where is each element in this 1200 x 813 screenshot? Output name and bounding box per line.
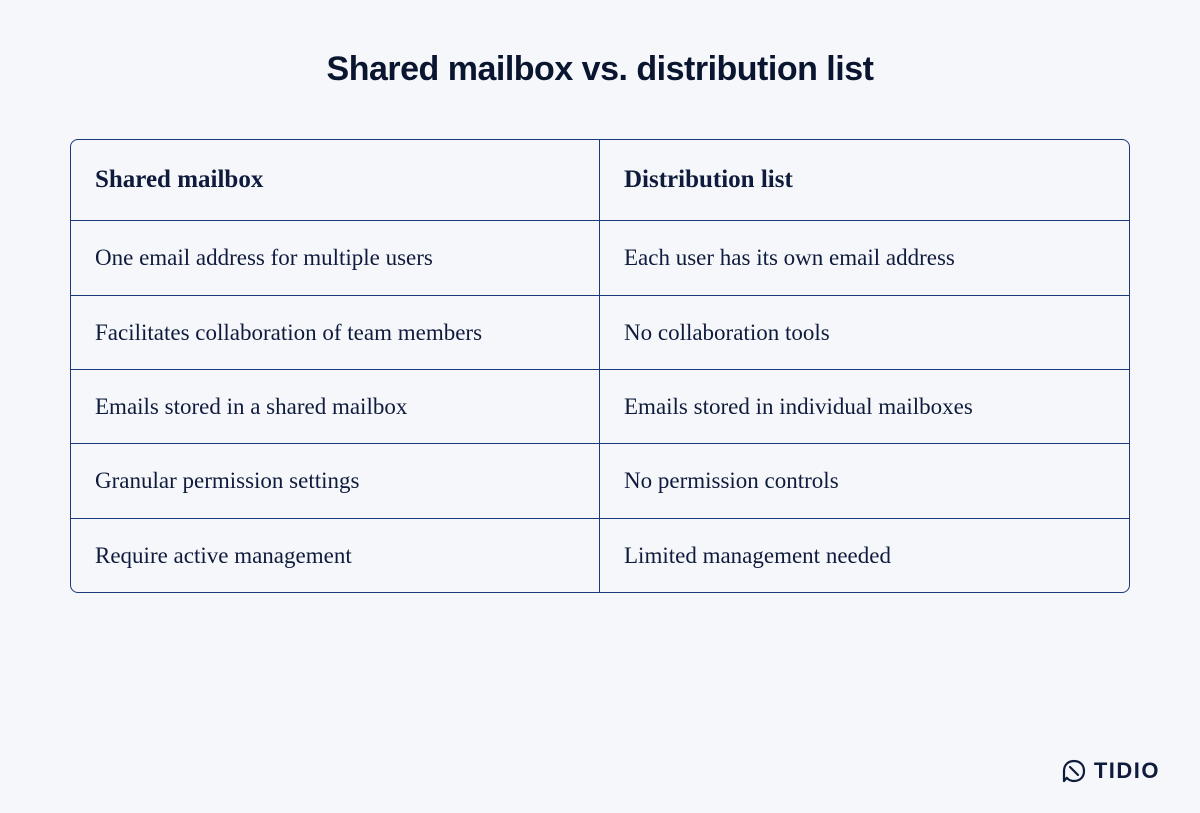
cell-distribution-list: No collaboration tools [600,296,1129,370]
cell-shared-mailbox: Granular permission settings [71,444,600,518]
comparison-table: Shared mailbox Distribution list One ema… [70,139,1130,593]
cell-shared-mailbox: Require active management [71,519,600,592]
table-row: Granular permission settings No permissi… [71,444,1129,518]
table-row: Emails stored in a shared mailbox Emails… [71,370,1129,444]
cell-distribution-list: Limited management needed [600,519,1129,592]
cell-distribution-list: Emails stored in individual mailboxes [600,370,1129,444]
cell-shared-mailbox: Emails stored in a shared mailbox [71,370,600,444]
cell-distribution-list: Each user has its own email address [600,221,1129,295]
brand-logo: TIDIO [1060,757,1160,785]
cell-distribution-list: No permission controls [600,444,1129,518]
table-row: One email address for multiple users Eac… [71,221,1129,295]
brand-name: TIDIO [1094,758,1160,784]
cell-shared-mailbox: Facilitates collaboration of team member… [71,296,600,370]
cell-shared-mailbox: One email address for multiple users [71,221,600,295]
table-header-row: Shared mailbox Distribution list [71,140,1129,221]
tidio-icon [1060,757,1088,785]
table-row: Facilitates collaboration of team member… [71,296,1129,370]
header-distribution-list: Distribution list [600,140,1129,221]
header-shared-mailbox: Shared mailbox [71,140,600,221]
table-row: Require active management Limited manage… [71,519,1129,592]
page-title: Shared mailbox vs. distribution list [70,50,1130,89]
